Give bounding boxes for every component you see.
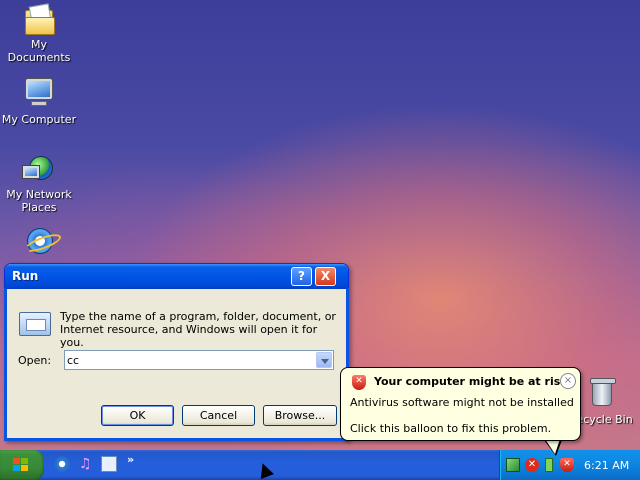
clock[interactable]: 6:21 AM bbox=[584, 459, 629, 472]
network-places-icon bbox=[23, 152, 55, 184]
balloon-action-text[interactable]: Click this balloon to fix this problem. bbox=[350, 422, 551, 435]
error-icon[interactable]: ✕ bbox=[525, 458, 539, 472]
shield-icon: ✕ bbox=[352, 375, 366, 390]
desktop-icon-label: My Network Places bbox=[6, 188, 72, 214]
computer-icon bbox=[23, 77, 55, 109]
start-button[interactable] bbox=[0, 450, 44, 480]
quick-launch-more-button[interactable]: » bbox=[127, 453, 134, 466]
folder-icon bbox=[23, 2, 55, 35]
ok-button[interactable]: OK bbox=[101, 405, 174, 426]
balloon-close-button[interactable]: × bbox=[560, 373, 576, 389]
desktop-icon-my-computer[interactable]: My Computer bbox=[0, 77, 78, 126]
internet-explorer-icon[interactable] bbox=[54, 456, 70, 472]
run-dialog: Run ? X Type the name of a program, fold… bbox=[4, 263, 349, 441]
cancel-button[interactable]: Cancel bbox=[182, 405, 255, 426]
run-dialog-titlebar[interactable]: Run ? X bbox=[5, 264, 348, 289]
close-button[interactable]: X bbox=[315, 267, 336, 286]
desktop-icon-label: My Documents bbox=[7, 38, 71, 64]
chevron-down-icon[interactable] bbox=[316, 352, 332, 368]
run-icon bbox=[19, 312, 51, 336]
network-icon[interactable] bbox=[506, 458, 520, 472]
security-center-icon[interactable]: ✕ bbox=[560, 458, 574, 472]
run-dialog-title: Run bbox=[12, 269, 39, 283]
desktop-icon-my-documents[interactable]: My Documents bbox=[0, 2, 78, 64]
balloon-title: Your computer might be at risk bbox=[374, 375, 568, 388]
run-description: Type the name of a program, folder, docu… bbox=[60, 310, 336, 349]
usb-icon[interactable] bbox=[545, 458, 553, 472]
open-combobox[interactable] bbox=[64, 350, 334, 370]
open-input[interactable] bbox=[67, 352, 313, 368]
desktop-icon-my-network-places[interactable]: My Network Places bbox=[0, 152, 78, 214]
security-balloon[interactable]: ✕ Your computer might be at risk × Antiv… bbox=[340, 367, 581, 441]
open-label: Open: bbox=[18, 354, 52, 367]
windows-logo-icon bbox=[13, 458, 29, 472]
show-desktop-icon[interactable] bbox=[101, 456, 117, 472]
desktop-icon-label: My Computer bbox=[1, 113, 77, 126]
balloon-message: Antivirus software might not be installe… bbox=[350, 396, 574, 409]
internet-explorer-icon bbox=[23, 226, 55, 258]
browse-button[interactable]: Browse... bbox=[263, 405, 337, 426]
media-player-icon[interactable]: ♫ bbox=[79, 456, 95, 472]
recycle-bin-icon bbox=[585, 377, 617, 409]
balloon-tail-fill bbox=[545, 439, 560, 454]
help-button[interactable]: ? bbox=[291, 267, 312, 286]
desktop-icon-internet-explorer[interactable] bbox=[0, 226, 78, 262]
